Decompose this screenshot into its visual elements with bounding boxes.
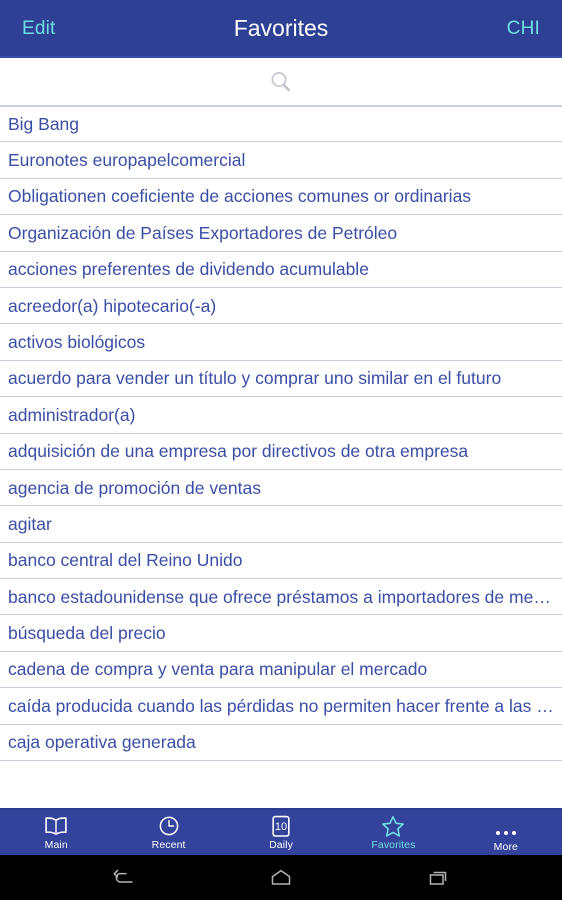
list-item[interactable]: Organización de Países Exportadores de P… bbox=[0, 215, 562, 252]
book-icon bbox=[43, 815, 69, 837]
tab-favorites[interactable]: Favorites bbox=[337, 810, 449, 855]
list-item[interactable]: banco central del Reino Unido bbox=[0, 543, 562, 580]
list-item-label: caída producida cuando las pérdidas no p… bbox=[8, 695, 554, 716]
edit-button[interactable]: Edit bbox=[18, 17, 60, 40]
search-icon[interactable] bbox=[268, 69, 294, 95]
list-item[interactable]: acuerdo para vender un título y comprar … bbox=[0, 361, 562, 398]
list-item-label: acreedor(a) hipotecario(-a) bbox=[8, 295, 217, 316]
title-bar: Edit Favorites CHI bbox=[0, 0, 562, 58]
tab-label: More bbox=[493, 840, 518, 853]
language-button[interactable]: CHI bbox=[503, 17, 544, 40]
ellipsis-icon bbox=[495, 827, 516, 839]
list-item-label: banco central del Reino Unido bbox=[8, 550, 243, 571]
list-item-label: adquisición de una empresa por directivo… bbox=[8, 441, 469, 462]
list-item[interactable]: Euronotes europapelcomercial bbox=[0, 142, 562, 179]
tab-more[interactable]: More bbox=[450, 810, 562, 855]
list-item[interactable]: agencia de promoción de ventas bbox=[0, 470, 562, 507]
list-item-label: caja operativa generada bbox=[8, 732, 196, 753]
list-item-label: Euronotes europapelcomercial bbox=[8, 150, 246, 171]
search-bar[interactable] bbox=[0, 58, 562, 106]
list-item[interactable]: administrador(a) bbox=[0, 397, 562, 434]
clock-icon bbox=[158, 815, 180, 837]
list-item-label: acuerdo para vender un título y comprar … bbox=[8, 368, 502, 389]
list-item-label: activos biológicos bbox=[8, 331, 146, 352]
list-item[interactable]: banco estadounidense que ofrece préstamo… bbox=[0, 579, 562, 616]
list-item[interactable]: Big Bang bbox=[0, 106, 562, 143]
tab-recent[interactable]: Recent bbox=[112, 810, 224, 855]
list-item-label: Big Bang bbox=[8, 114, 80, 135]
list-item[interactable]: cadena de compra y venta para manipular … bbox=[0, 652, 562, 689]
list-item-label: agencia de promoción de ventas bbox=[8, 477, 261, 498]
list-item-label: cadena de compra y venta para manipular … bbox=[8, 659, 428, 680]
list-item-label: Obligationen coeficiente de acciones com… bbox=[8, 186, 472, 207]
calendar-day-number: 10 bbox=[275, 821, 287, 833]
calendar-icon: 10 bbox=[271, 815, 291, 837]
recents-icon[interactable] bbox=[419, 863, 459, 893]
list-item-label: agitar bbox=[8, 513, 52, 534]
tab-main[interactable]: Main bbox=[0, 810, 112, 855]
system-nav-bar bbox=[0, 855, 562, 900]
list-item-label: Organización de Países Exportadores de P… bbox=[8, 222, 398, 243]
favorites-list[interactable]: Big Bang Euronotes europapelcomercial Ob… bbox=[0, 106, 562, 808]
list-item[interactable]: búsqueda del precio bbox=[0, 615, 562, 652]
star-icon bbox=[381, 815, 405, 837]
list-item[interactable]: activos biológicos bbox=[0, 324, 562, 361]
back-arrow-icon[interactable] bbox=[103, 863, 143, 893]
list-item-label: administrador(a) bbox=[8, 404, 136, 425]
list-item[interactable]: Obligationen coeficiente de acciones com… bbox=[0, 179, 562, 216]
home-icon[interactable] bbox=[261, 863, 301, 893]
tab-daily[interactable]: 10 Daily bbox=[225, 810, 337, 855]
page-title: Favorites bbox=[233, 14, 329, 41]
tab-label: Main bbox=[44, 839, 68, 851]
app-screen: Edit Favorites CHI Big Bang Euronotes eu… bbox=[0, 0, 562, 900]
list-item[interactable]: acciones preferentes de dividendo acumul… bbox=[0, 252, 562, 288]
list-item[interactable]: adquisición de una empresa por directivo… bbox=[0, 434, 562, 470]
list-item-label: banco estadounidense que ofrece préstamo… bbox=[8, 586, 554, 607]
list-item[interactable]: caja operativa generada bbox=[0, 725, 562, 762]
list-item-label: acciones preferentes de dividendo acumul… bbox=[8, 259, 369, 280]
list-item[interactable]: acreedor(a) hipotecario(-a) bbox=[0, 288, 562, 325]
list-item[interactable]: agitar bbox=[0, 506, 562, 543]
list-item-label: búsqueda del precio bbox=[8, 623, 166, 644]
tab-label: Daily bbox=[269, 839, 293, 851]
list-item[interactable]: caída producida cuando las pérdidas no p… bbox=[0, 688, 562, 725]
bottom-tab-bar: Main Recent 10 Daily Favorites More bbox=[0, 808, 562, 855]
tab-label: Favorites bbox=[371, 839, 416, 851]
tab-label: Recent bbox=[151, 839, 186, 851]
